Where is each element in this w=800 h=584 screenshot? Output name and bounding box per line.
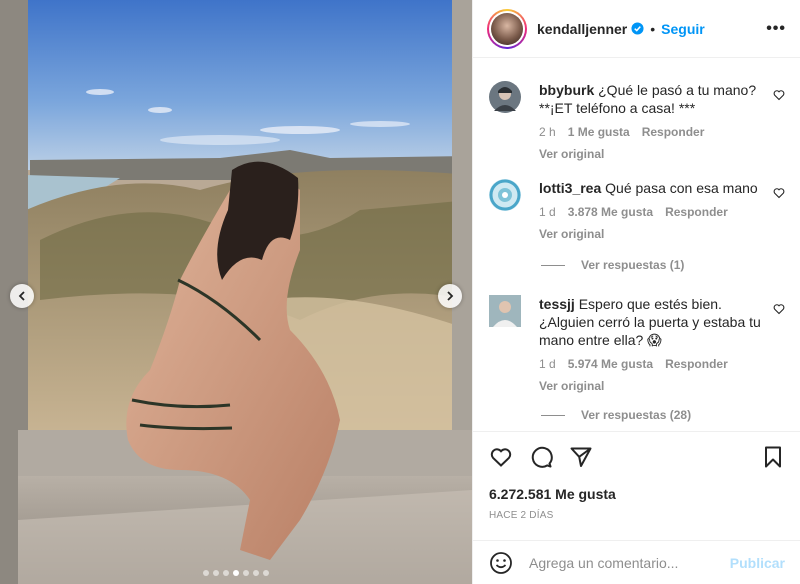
comment-time[interactable]: 2 h: [539, 123, 556, 141]
author-avatar[interactable]: [487, 8, 527, 49]
bookmark-icon[interactable]: [761, 445, 785, 469]
view-replies-label[interactable]: Ver respuestas (28): [581, 408, 691, 422]
post-actions-bar: [473, 431, 800, 481]
commenter-avatar[interactable]: [489, 81, 521, 113]
chevron-left-icon: [18, 291, 25, 301]
share-icon[interactable]: [569, 445, 593, 469]
replies-divider: [541, 264, 565, 266]
carousel-dot: [203, 570, 209, 576]
follow-button[interactable]: Seguir: [661, 21, 705, 37]
commenter-avatar[interactable]: [489, 179, 521, 211]
previous-media-button[interactable]: [10, 284, 34, 308]
emoji-icon[interactable]: [489, 551, 513, 575]
comment-likes[interactable]: 3.878 Me gusta: [568, 203, 653, 221]
replies-divider: [541, 414, 565, 416]
comment-reply-button[interactable]: Responder: [665, 203, 728, 221]
carousel-dot: [213, 570, 219, 576]
commenter-avatar[interactable]: [489, 295, 521, 327]
see-original-link[interactable]: Ver original: [539, 145, 769, 163]
post-media[interactable]: [0, 0, 472, 584]
comment-item: lotti3_rea Qué pasa con esa mano 1 d 3.8…: [489, 179, 785, 243]
comment-time[interactable]: 1 d: [539, 203, 556, 221]
verified-badge-icon: [631, 22, 644, 35]
comment-username[interactable]: tessjj: [539, 296, 575, 312]
author-username[interactable]: kendalljenner: [537, 21, 627, 37]
carousel-dot: [223, 570, 229, 576]
publish-button[interactable]: Publicar: [730, 555, 785, 571]
view-replies-label[interactable]: Ver respuestas (1): [581, 258, 684, 272]
comment-text: Qué pasa con esa mano: [605, 180, 758, 196]
heart-icon[interactable]: [489, 445, 513, 469]
comment-reply-button[interactable]: Responder: [665, 355, 728, 373]
heart-icon[interactable]: [773, 303, 785, 315]
carousel-dot: [253, 570, 259, 576]
comment-input[interactable]: [529, 554, 730, 571]
view-replies-link[interactable]: Ver respuestas (28): [541, 408, 691, 422]
post-header: kendalljenner • Seguir •••: [473, 0, 800, 58]
post-timestamp[interactable]: HACE 2 DÍAS: [489, 510, 553, 521]
header-separator: •: [650, 20, 656, 37]
comment-likes[interactable]: 5.974 Me gusta: [568, 355, 653, 373]
carousel-dot: [233, 570, 239, 576]
comment-username[interactable]: bbyburk: [539, 82, 594, 98]
comments-list[interactable]: bbyburk ¿Qué le pasó a tu mano? **¡ET te…: [473, 59, 800, 430]
heart-icon[interactable]: [773, 89, 785, 101]
comment-item: tessjj Espero que estés bien. ¿Alguien c…: [489, 295, 785, 395]
comment-time[interactable]: 1 d: [539, 355, 556, 373]
comment-icon[interactable]: [529, 445, 553, 469]
media-pagination-dots: [0, 570, 472, 576]
post-photo: [0, 0, 472, 584]
comment-username[interactable]: lotti3_rea: [539, 180, 601, 196]
view-replies-link[interactable]: Ver respuestas (1): [541, 258, 684, 272]
comment-likes[interactable]: 1 Me gusta: [568, 123, 630, 141]
carousel-dot: [263, 570, 269, 576]
post-detail-panel: kendalljenner • Seguir ••• bbyburk ¿Qué …: [472, 0, 800, 584]
comment-item: bbyburk ¿Qué le pasó a tu mano? **¡ET te…: [489, 81, 785, 163]
next-media-button[interactable]: [438, 284, 462, 308]
post-likes-count[interactable]: 6.272.581 Me gusta: [489, 486, 616, 502]
more-options-button[interactable]: •••: [766, 20, 786, 38]
heart-icon[interactable]: [773, 187, 785, 199]
see-original-link[interactable]: Ver original: [539, 377, 769, 395]
chevron-right-icon: [447, 291, 454, 301]
comment-reply-button[interactable]: Responder: [642, 123, 705, 141]
see-original-link[interactable]: Ver original: [539, 225, 769, 243]
carousel-dot: [243, 570, 249, 576]
add-comment-bar: Publicar: [473, 540, 800, 584]
